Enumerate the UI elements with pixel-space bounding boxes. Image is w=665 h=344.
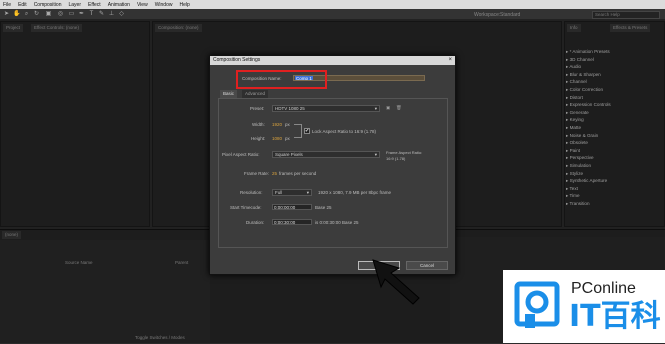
pixel-aspect-value: Square Pixels [275,152,303,157]
start-timecode-label: Start Timecode: [230,205,262,210]
menu-help[interactable]: Help [179,2,189,8]
menu-animation[interactable]: Animation [108,2,130,8]
pen-tool-icon[interactable]: ✒ [78,11,85,18]
menu-view[interactable]: View [137,2,148,8]
menu-effect[interactable]: Effect [88,2,101,8]
dialog-title: Composition Settings [210,56,455,65]
workspace-label: Workspace: [474,12,501,18]
frame-rate-label: Frame Rate: [244,171,270,176]
pixel-aspect-label: Pixel Aspect Ratio: [222,152,260,157]
width-label: Width: [252,122,265,127]
search-help-input[interactable]: Search Help [592,11,660,19]
preset-value: HDTV 1080 25 [275,106,305,111]
duration-info: is 0:00:30:00 Base 25 [315,220,359,225]
menu-bar: File Edit Composition Layer Effect Anima… [0,0,665,9]
brush-tool-icon[interactable]: ✎ [98,11,105,18]
chevron-down-icon: ▾ [306,190,309,195]
tools-toolbar: ➤ ✋ ⌕ ↻ ▣ ◎ ▭ ✒ T ✎ ⊥ ◇ [0,9,665,20]
width-value[interactable]: 1920 [272,122,282,127]
selection-tool-icon[interactable]: ➤ [3,11,10,18]
start-timecode-field[interactable]: 0:00:00:00 [272,204,312,210]
menu-layer[interactable]: Layer [68,2,81,8]
comp-name-highlight-box [236,70,327,89]
mask-tool-icon[interactable]: ▭ [68,11,75,18]
frame-rate-value[interactable]: 25 [272,171,277,176]
duration-label: Duration: [246,220,265,225]
save-preset-icon[interactable]: ▣ [386,105,390,111]
pointer-arrow-icon [372,259,420,305]
menu-composition[interactable]: Composition [34,2,62,8]
menu-window[interactable]: Window [155,2,173,8]
duration-field[interactable]: 0:00:30:00 [272,219,312,225]
hand-tool-icon[interactable]: ✋ [13,11,20,18]
type-tool-icon[interactable]: T [88,11,95,18]
menu-edit[interactable]: Edit [18,2,27,8]
logo-text-bottom: IT百科 [569,299,661,334]
height-unit: px [285,136,290,141]
chevron-down-icon: ▾ [374,106,377,111]
resolution-value: Full [275,190,283,195]
pconline-logo: PConline IT百科 [503,270,665,343]
workspace-select[interactable]: Standard [500,12,520,18]
pan-behind-tool-icon[interactable]: ◎ [57,11,64,18]
eraser-tool-icon[interactable]: ◇ [118,11,125,18]
lock-bracket [294,124,302,138]
lock-aspect-checkbox[interactable]: ✔ [304,128,310,134]
resolution-select[interactable]: Full ▾ [272,189,312,196]
delete-preset-icon[interactable]: 🗑 [396,105,402,111]
frame-aspect-label: Frame Aspect Ratio: [386,150,423,155]
close-icon[interactable]: × [448,56,452,65]
zoom-tool-icon[interactable]: ⌕ [23,11,30,18]
frame-aspect-value: 16:9 (1.78) [386,156,406,161]
tab-advanced[interactable]: Advanced [242,90,269,98]
rotate-tool-icon[interactable]: ↻ [33,11,40,18]
stamp-tool-icon[interactable]: ⊥ [108,11,115,18]
preset-label: Preset: [250,106,265,111]
height-label: Height: [251,136,266,141]
logo-text-top: PConline [571,280,636,297]
frame-rate-unit: frames per second [279,171,317,176]
pixel-aspect-select[interactable]: Square Pixels ▾ [272,151,380,158]
width-unit: px [285,122,290,127]
resolution-info: 1920 x 1080, 7.9 MB per 8bpc frame [318,190,392,195]
menu-file[interactable]: File [3,2,11,8]
resolution-label: Resolution: [240,190,263,195]
tab-basic[interactable]: Basic [220,90,238,98]
camera-tool-icon[interactable]: ▣ [45,11,52,18]
chevron-down-icon: ▾ [374,152,377,157]
pconline-logo-icon [514,281,560,328]
lock-aspect-label: Lock Aspect Ratio to 16:9 (1.78) [312,129,377,134]
start-timecode-base: Base 25 [315,205,332,210]
height-value[interactable]: 1080 [272,136,282,141]
preset-select[interactable]: HDTV 1080 25 ▾ [272,105,380,112]
